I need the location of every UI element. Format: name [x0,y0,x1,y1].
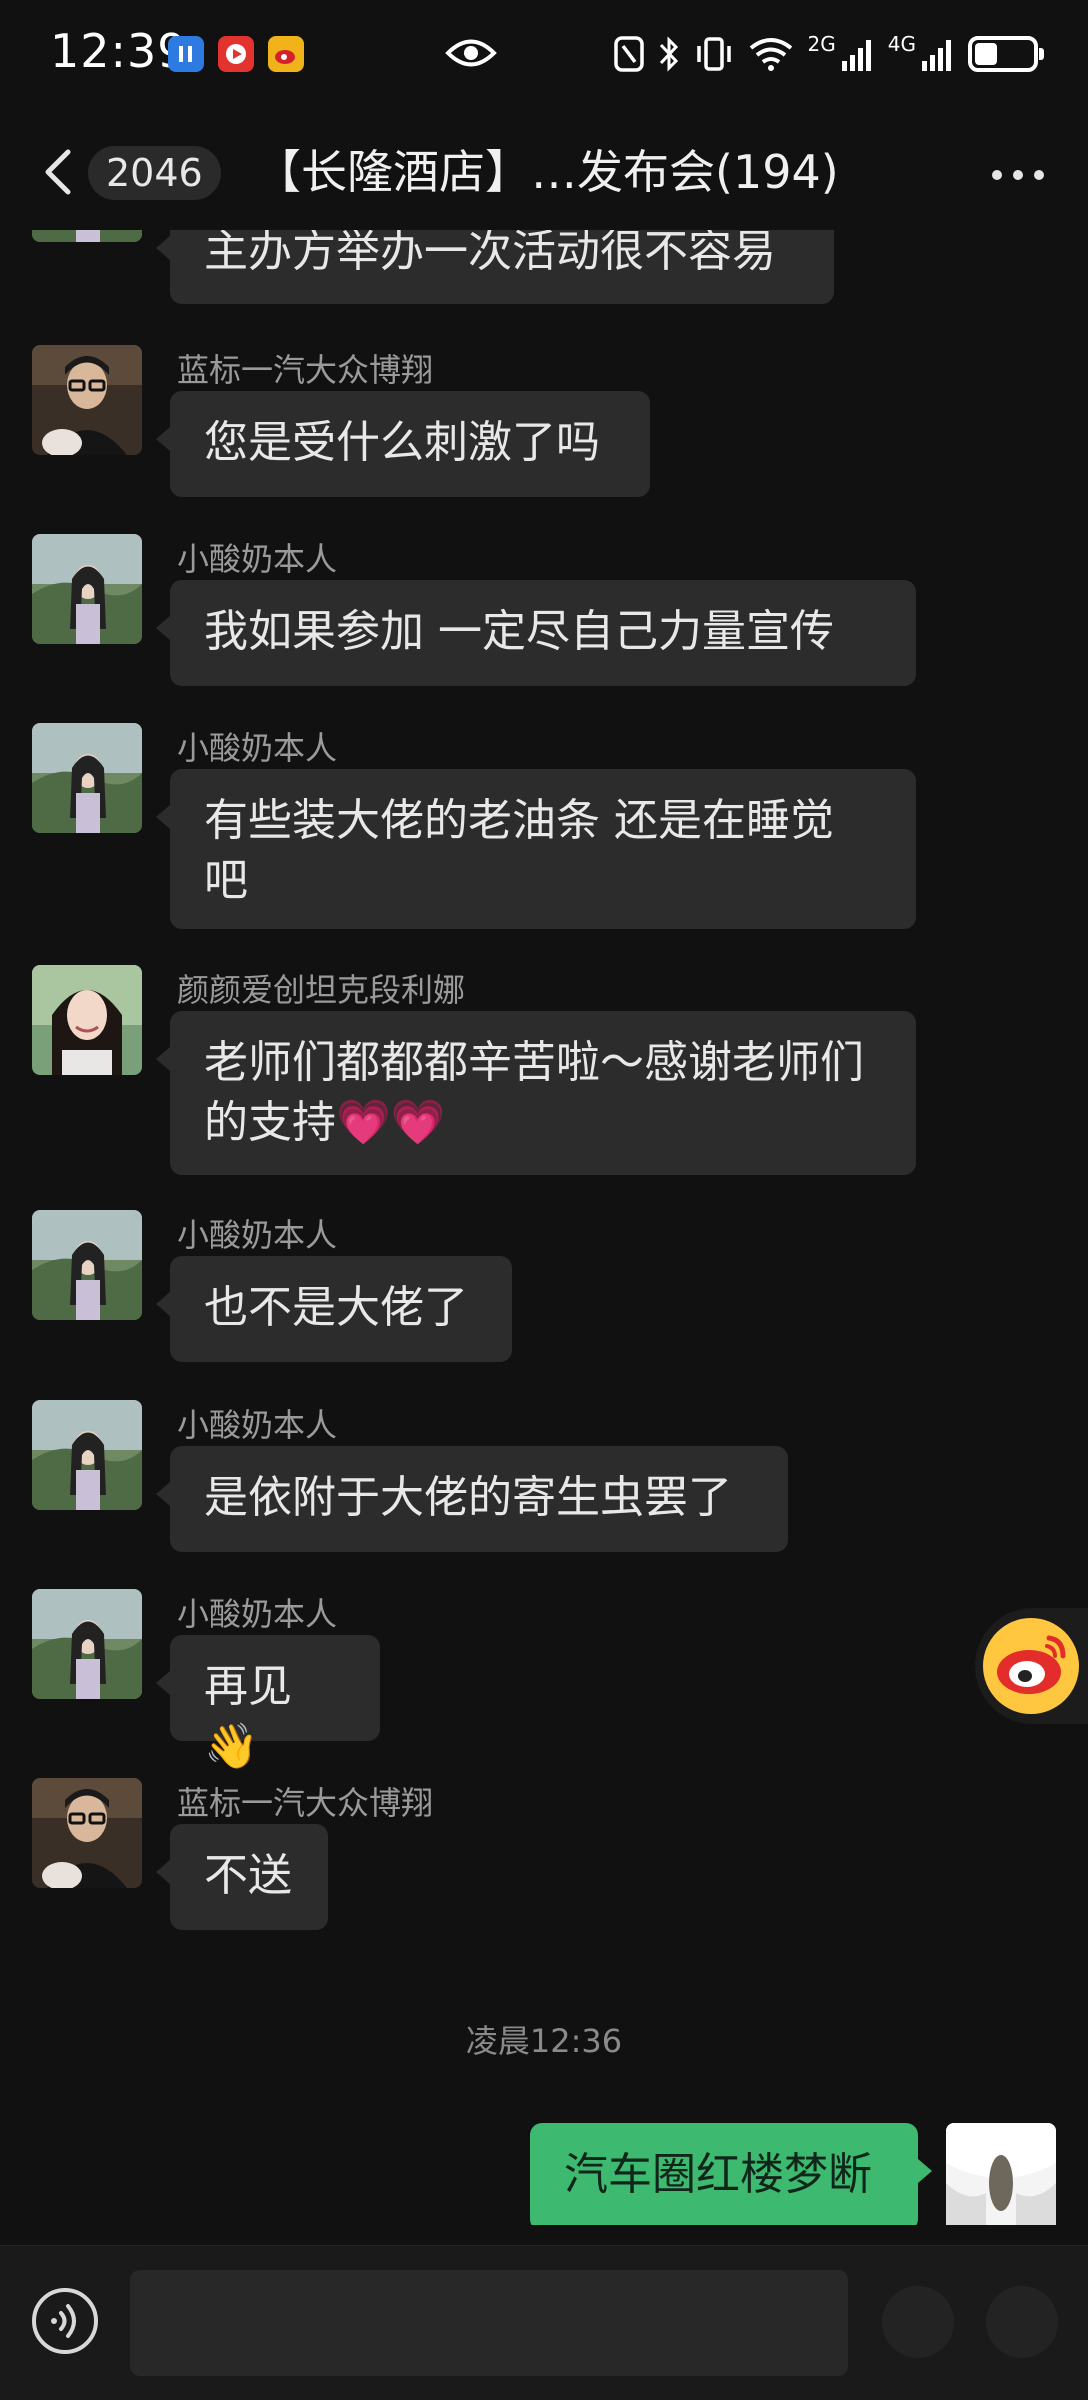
message-text: 也不是大佬了 [204,1282,468,1333]
message-text-line: 的支持💗💗 [204,1097,446,1148]
message-text: 不送 [204,1850,292,1901]
message-text-line: 吧 [204,855,248,906]
own-message-text: 汽车圈红楼梦断 [564,2149,872,2200]
avatar[interactable] [32,230,142,242]
signal-icon-1 [841,40,871,71]
own-avatar[interactable] [946,2123,1056,2225]
app-notification-icon [168,36,204,72]
avatar[interactable] [32,1778,142,1888]
sender-name: 小酸奶本人 [177,1216,338,1254]
message-text: 再见👋 [204,1661,292,1772]
unread-count-badge[interactable]: 2046 [88,146,221,200]
avatar[interactable] [32,345,142,455]
back-chevron-icon[interactable] [30,142,90,202]
message-text-line: 老师们都都都辛苦啦～感谢老师们 [204,1037,864,1088]
message-list[interactable]: 主办方举办一次活动很不容易 蓝标一汽大众博翔 您是受什么刺激了吗 小酸奶本人 我… [0,230,1088,2225]
message-text: 是依附于大佬的寄生虫罢了 [204,1472,732,1523]
weibo-notification-icon [268,36,304,72]
bluetooth-icon [659,36,678,72]
vibrate-icon [696,37,731,71]
status-bar: 12:39 2G 4G [0,0,1088,110]
chat-header: 2046 【长隆酒店】…发布会(194) [0,120,1088,224]
sender-name: 蓝标一汽大众博翔 [177,351,434,389]
eye-icon [445,39,497,67]
message-bubble[interactable]: 老师们都都都辛苦啦～感谢老师们 的支持💗💗 [156,1011,916,1175]
message-bubble[interactable]: 我如果参加 一定尽自己力量宣传 [156,580,916,686]
own-message-bubble[interactable]: 汽车圈红楼梦断 [530,2123,932,2225]
wifi-icon [749,38,792,71]
sender-name: 小酸奶本人 [177,540,338,578]
message-bubble[interactable]: 您是受什么刺激了吗 [156,391,650,497]
battery-icon [968,36,1044,72]
message-bubble[interactable]: 主办方举办一次活动很不容易 [156,230,834,304]
input-bar [0,2245,1088,2400]
message-bubble[interactable]: 再见👋 [156,1635,380,1772]
weibo-icon [983,1618,1079,1714]
sender-name: 颜颜爱创坦克段利娜 [177,971,466,1009]
avatar[interactable] [32,534,142,644]
voice-icon[interactable] [30,2286,100,2356]
plus-icon[interactable] [986,2286,1058,2358]
message-timestamp: 凌晨12:36 [465,2022,623,2060]
sender-name: 小酸奶本人 [177,1595,338,1633]
avatar[interactable] [32,1589,142,1699]
status-indicators: 2G 4G [613,32,1044,76]
avatar[interactable] [32,1210,142,1320]
floating-weibo-button[interactable] [975,1608,1088,1724]
emoji-icon[interactable] [882,2286,954,2358]
message-bubble[interactable]: 有些装大佬的老油条 还是在睡觉 吧 [156,769,916,929]
avatar[interactable] [32,1400,142,1510]
avatar[interactable] [32,723,142,833]
video-app-icon [218,36,254,72]
message-bubble[interactable]: 也不是大佬了 [156,1256,512,1362]
message-bubble[interactable]: 不送 [156,1824,328,1930]
avatar[interactable] [32,965,142,1075]
message-bubble[interactable]: 是依附于大佬的寄生虫罢了 [156,1446,788,1552]
sender-name: 小酸奶本人 [177,1406,338,1444]
network-2g-label: 2G [807,32,836,56]
nfc-icon [613,36,644,72]
status-time: 12:39 [50,24,188,78]
message-text: 我如果参加 一定尽自己力量宣传 [204,606,834,657]
more-dots-icon[interactable] [983,150,1053,200]
chat-title: 【长隆酒店】…发布会(194) [255,145,839,199]
message-text: 主办方举办一次活动很不容易 [204,230,776,277]
sender-name: 蓝标一汽大众博翔 [177,1784,434,1822]
signal-icon-2 [922,40,951,71]
message-input[interactable] [130,2270,848,2376]
message-text-line: 有些装大佬的老油条 还是在睡觉 [204,795,834,846]
sender-name: 小酸奶本人 [177,729,338,767]
network-4g-label: 4G [887,32,916,56]
message-text: 您是受什么刺激了吗 [204,417,600,468]
